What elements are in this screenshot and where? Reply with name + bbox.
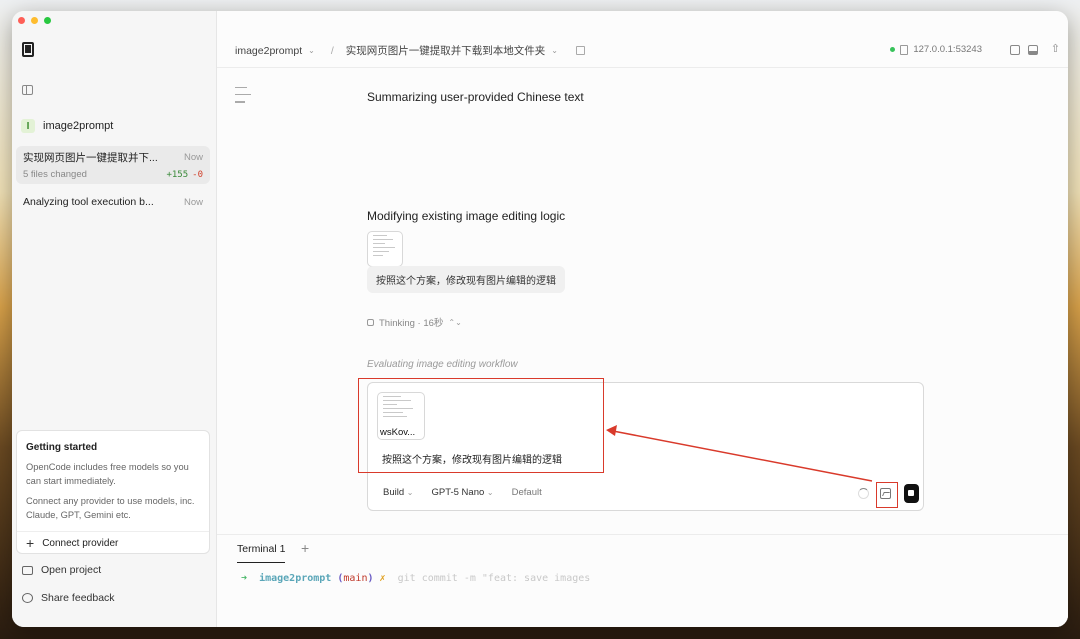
breadcrumb-session[interactable]: 实现网页图片一键提取并下载到本地文件夹 <box>346 43 546 58</box>
lines-removed: -0 <box>192 170 203 180</box>
chevron-down-icon[interactable]: ⌄ <box>308 46 315 55</box>
getting-started-card: Getting started OpenCode includes free m… <box>16 430 210 554</box>
terminal-tab[interactable]: Terminal 1 <box>237 543 286 563</box>
lines-added: +155 <box>166 170 189 180</box>
new-terminal-button[interactable]: + <box>301 540 309 556</box>
getting-started-title: Getting started <box>26 442 98 453</box>
share-icon[interactable]: ⇧ <box>1051 42 1060 55</box>
divider <box>17 531 209 532</box>
app-logo-icon[interactable] <box>22 42 34 57</box>
session-item[interactable]: Analyzing tool execution b... Now <box>16 192 210 212</box>
annotation-arrow <box>606 425 873 482</box>
minimize-window-button[interactable] <box>31 17 38 24</box>
sidebar-toggle-icon[interactable] <box>22 85 33 95</box>
breadcrumb-project[interactable]: image2prompt <box>235 45 302 57</box>
main-panel: image2prompt ⌄ / 实现网页图片一键提取并下载到本地文件夹 ⌄ 1… <box>217 11 1068 627</box>
session-title: 实现网页图片一键提取并下... <box>23 152 158 164</box>
project-badge: I <box>21 119 35 133</box>
sidebar: I image2prompt 实现网页图片一键提取并下... Now 5 fil… <box>12 11 217 627</box>
terminal-panel: Terminal 1 + ➜ image2prompt (main) ✗ git… <box>217 534 1068 627</box>
plus-icon: + <box>26 535 35 551</box>
status-dot <box>890 47 896 52</box>
getting-started-text: OpenCode includes free models so you can… <box>26 462 189 486</box>
toggle-sidebar-icon[interactable] <box>1010 45 1020 55</box>
connect-provider-label: Connect provider <box>42 537 119 549</box>
project-item[interactable]: I image2prompt <box>21 119 113 133</box>
chevron-down-icon[interactable]: ⌄ <box>551 46 558 55</box>
chat-bubble-icon <box>22 593 33 603</box>
server-address: 127.0.0.1:53243 <box>913 44 982 55</box>
server-status[interactable]: 127.0.0.1:53243 <box>890 44 982 55</box>
folder-icon <box>22 565 33 575</box>
conversation-area: Summarizing user-provided Chinese text M… <box>217 69 1068 534</box>
session-title: Analyzing tool execution b... <box>23 196 154 208</box>
zoom-window-button[interactable] <box>44 17 51 24</box>
connect-provider-button[interactable]: + Connect provider <box>26 536 118 550</box>
session-time: Now <box>183 152 203 163</box>
share-feedback-label: Share feedback <box>41 592 115 604</box>
open-external-icon[interactable] <box>575 46 585 55</box>
open-project-label: Open project <box>41 564 102 576</box>
getting-started-text: Connect any provider to use models, inc.… <box>26 496 195 520</box>
breadcrumb: image2prompt ⌄ / 实现网页图片一键提取并下载到本地文件夹 ⌄ <box>235 43 585 58</box>
window-controls <box>18 17 51 24</box>
session-time: Now <box>183 196 203 208</box>
toggle-terminal-icon[interactable] <box>1028 45 1038 55</box>
terminal-output[interactable]: ➜ image2prompt (main) ✗ git commit -m "f… <box>241 573 590 584</box>
session-item-active[interactable]: 实现网页图片一键提取并下... Now 5 files changed +155… <box>16 146 210 184</box>
session-changes: 5 files changed <box>23 169 87 180</box>
close-window-button[interactable] <box>18 17 25 24</box>
open-project-button[interactable]: Open project <box>22 564 101 576</box>
server-icon <box>900 44 909 55</box>
breadcrumb-separator: / <box>330 44 334 57</box>
app-window: I image2prompt 实现网页图片一键提取并下... Now 5 fil… <box>12 11 1068 627</box>
project-name: image2prompt <box>43 120 114 132</box>
top-bar: image2prompt ⌄ / 实现网页图片一键提取并下载到本地文件夹 ⌄ 1… <box>217 33 1068 68</box>
share-feedback-button[interactable]: Share feedback <box>22 592 115 604</box>
